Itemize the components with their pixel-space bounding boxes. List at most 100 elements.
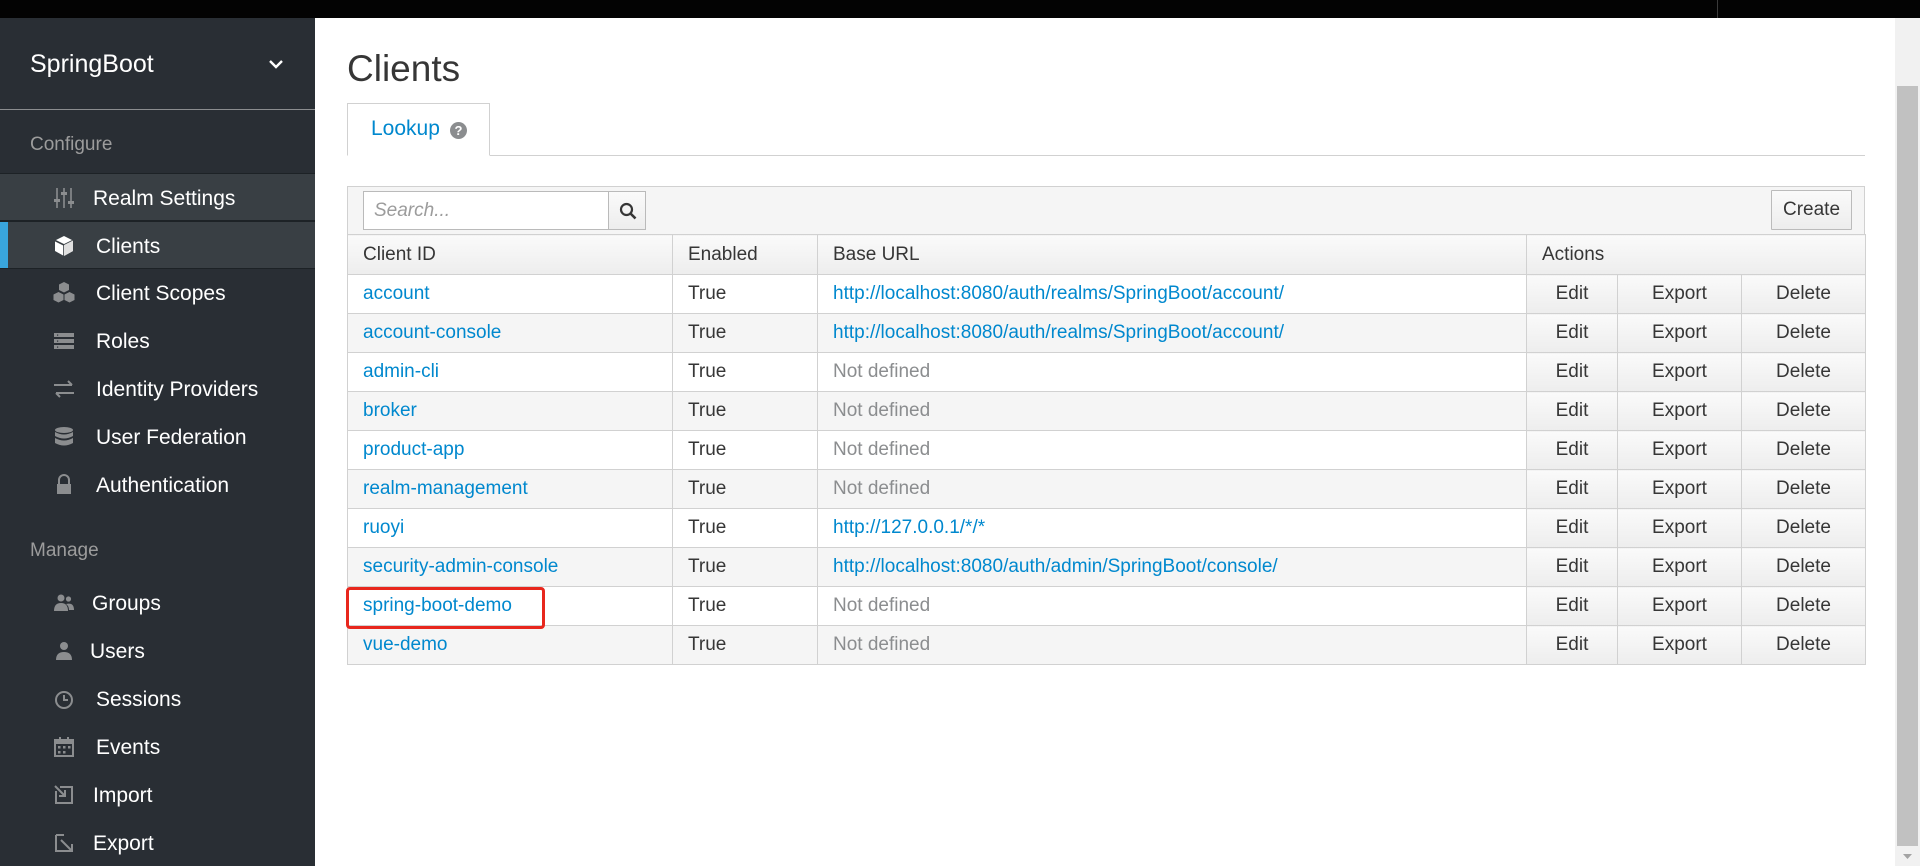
sidebar-item-import[interactable]: Import — [0, 771, 315, 819]
sidebar-item-client-scopes[interactable]: Client Scopes — [0, 269, 315, 317]
sidebar-item-label: Import — [93, 784, 153, 807]
client-id-link[interactable]: ruoyi — [347, 508, 673, 548]
table-row: product-app True Not defined Edit Export Dele… — [347, 430, 1867, 470]
delete-button[interactable]: Delete — [1740, 508, 1867, 548]
sidebar-item-label: Realm Settings — [93, 187, 236, 210]
edit-button[interactable]: Edit — [1526, 352, 1618, 392]
edit-button[interactable]: Edit — [1526, 508, 1618, 548]
export-button[interactable]: Export — [1617, 391, 1742, 431]
export-button[interactable]: Export — [1617, 508, 1742, 548]
chevron-down-icon — [269, 60, 283, 69]
tabs-divider — [347, 155, 1865, 156]
client-id-link[interactable]: vue-demo — [347, 625, 673, 665]
delete-button[interactable]: Delete — [1740, 469, 1867, 509]
sidebar-item-users[interactable]: Users — [0, 627, 315, 675]
window-top-bar — [0, 0, 1920, 18]
table-row: admin-cli True Not defined Edit Export Delete — [347, 352, 1867, 392]
client-id-link[interactable]: realm-management — [347, 469, 673, 509]
edit-button[interactable]: Edit — [1526, 547, 1618, 587]
delete-button[interactable]: Delete — [1740, 352, 1867, 392]
realm-name: SpringBoot — [30, 50, 154, 78]
delete-button[interactable]: Delete — [1740, 391, 1867, 431]
column-header-client-id[interactable]: Client ID — [347, 234, 673, 275]
help-icon[interactable]: ? — [450, 122, 467, 139]
base-url-link[interactable]: http://127.0.0.1/*/* — [817, 508, 1527, 548]
edit-button[interactable]: Edit — [1526, 274, 1618, 314]
create-button[interactable]: Create — [1771, 190, 1852, 230]
enabled-value: True — [672, 469, 818, 509]
table-row: account-console True http://localhost:8080… — [347, 313, 1867, 353]
sidebar-item-user-federation[interactable]: User Federation — [0, 413, 315, 461]
export-button[interactable]: Export — [1617, 274, 1742, 314]
enabled-value: True — [672, 625, 818, 665]
delete-button[interactable]: Delete — [1740, 430, 1867, 470]
base-url-value: Not defined — [817, 469, 1527, 509]
table-row: security-admin-console True http://localho… — [347, 547, 1867, 587]
edit-button[interactable]: Edit — [1526, 313, 1618, 353]
delete-button[interactable]: Delete — [1740, 586, 1867, 626]
export-button[interactable]: Export — [1617, 625, 1742, 665]
export-button[interactable]: Export — [1617, 586, 1742, 626]
sidebar-item-sessions[interactable]: Sessions — [0, 675, 315, 723]
base-url-link[interactable]: http://localhost:8080/auth/realms/Spring… — [817, 313, 1527, 353]
tab-lookup[interactable]: Lookup ? — [347, 103, 490, 156]
sidebar-item-groups[interactable]: Groups — [0, 579, 315, 627]
cubes-icon — [53, 282, 75, 303]
sidebar-item-identity-providers[interactable]: Identity Providers — [0, 365, 315, 413]
base-url-value: Not defined — [817, 625, 1527, 665]
sidebar-item-realm-settings[interactable]: Realm Settings — [0, 173, 315, 221]
delete-button[interactable]: Delete — [1740, 547, 1867, 587]
client-id-link[interactable]: broker — [347, 391, 673, 431]
base-url-link[interactable]: http://localhost:8080/auth/admin/SpringB… — [817, 547, 1527, 587]
client-id-link[interactable]: admin-cli — [347, 352, 673, 392]
calendar-icon — [54, 737, 74, 757]
table-row: ruoyi True http://127.0.0.1/*/* Edit Export D… — [347, 508, 1867, 548]
delete-button[interactable]: Delete — [1740, 274, 1867, 314]
edit-button[interactable]: Edit — [1526, 625, 1618, 665]
realm-selector[interactable]: SpringBoot — [0, 18, 315, 110]
scrollbar-thumb[interactable] — [1897, 86, 1918, 846]
scroll-down-arrow-icon[interactable] — [1895, 848, 1920, 866]
export-button[interactable]: Export — [1617, 547, 1742, 587]
client-id-link[interactable]: security-admin-console — [347, 547, 673, 587]
client-id-link[interactable]: product-app — [347, 430, 673, 470]
search-button[interactable] — [608, 191, 646, 230]
enabled-value: True — [672, 586, 818, 626]
export-icon — [55, 834, 73, 852]
edit-button[interactable]: Edit — [1526, 586, 1618, 626]
base-url-value: Not defined — [817, 352, 1527, 392]
sidebar-item-label: Export — [93, 832, 154, 855]
export-button[interactable]: Export — [1617, 469, 1742, 509]
search-input[interactable] — [363, 191, 609, 230]
enabled-value: True — [672, 391, 818, 431]
sidebar-item-authentication[interactable]: Authentication — [0, 461, 315, 509]
page-title: Clients — [347, 48, 461, 89]
delete-button[interactable]: Delete — [1740, 625, 1867, 665]
base-url-link[interactable]: http://localhost:8080/auth/realms/Spring… — [817, 274, 1527, 314]
sidebar-item-clients[interactable]: Clients — [0, 221, 315, 269]
export-button[interactable]: Export — [1617, 313, 1742, 353]
edit-button[interactable]: Edit — [1526, 430, 1618, 470]
column-header-base-url[interactable]: Base URL — [817, 234, 1527, 275]
enabled-value: True — [672, 313, 818, 353]
delete-button[interactable]: Delete — [1740, 313, 1867, 353]
edit-button[interactable]: Edit — [1526, 391, 1618, 431]
list-icon — [54, 333, 74, 349]
search-icon — [619, 202, 637, 220]
export-button[interactable]: Export — [1617, 430, 1742, 470]
edit-button[interactable]: Edit — [1526, 469, 1618, 509]
enabled-value: True — [672, 352, 818, 392]
client-id-link[interactable]: spring-boot-demo — [347, 586, 673, 626]
base-url-value: Not defined — [817, 586, 1527, 626]
exchange-icon — [54, 380, 74, 398]
export-button[interactable]: Export — [1617, 352, 1742, 392]
client-id-link[interactable]: account — [347, 274, 673, 314]
column-header-enabled[interactable]: Enabled — [672, 234, 818, 275]
client-id-link[interactable]: account-console — [347, 313, 673, 353]
sidebar-item-events[interactable]: Events — [0, 723, 315, 771]
sidebar-item-roles[interactable]: Roles — [0, 317, 315, 365]
sidebar-item-label: Identity Providers — [96, 378, 259, 401]
table-toolbar: Create — [347, 186, 1865, 235]
table-row: spring-boot-demo True Not defined Edit Expor… — [347, 586, 1867, 626]
sidebar-item-export[interactable]: Export — [0, 819, 315, 866]
